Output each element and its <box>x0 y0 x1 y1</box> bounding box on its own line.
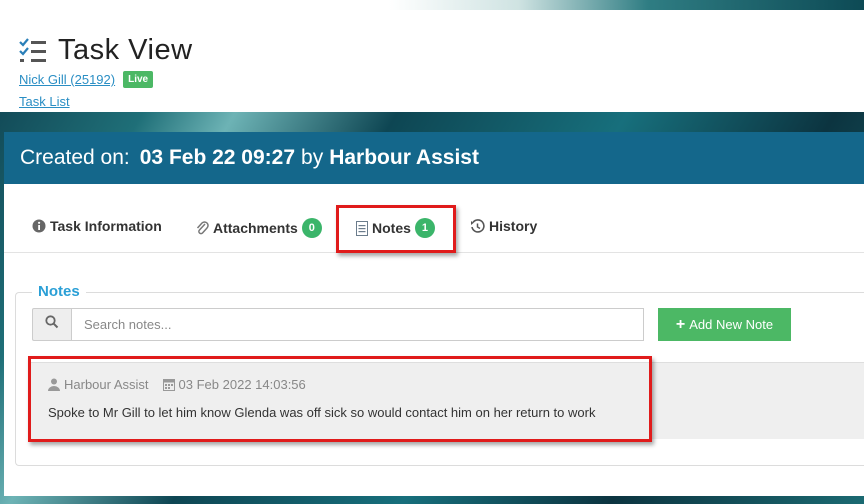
user-row: Nick Gill (25192) Live <box>19 71 154 88</box>
highlight-box-notes-tab <box>336 205 456 253</box>
tab-label: Task Information <box>50 218 162 234</box>
search-icon-addon <box>32 308 71 341</box>
header-background <box>0 0 864 10</box>
title-row: Task View <box>18 34 193 67</box>
created-prefix: Created on: <box>20 146 130 169</box>
search-icon <box>45 315 59 334</box>
paperclip-icon <box>195 220 209 236</box>
page-title: Task View <box>58 34 193 66</box>
created-bar: Created on: 03 Feb 22 09:27 by Harbour A… <box>4 132 864 184</box>
status-badge: Live <box>123 71 154 88</box>
tab-history[interactable]: History <box>470 218 537 234</box>
tab-label: History <box>489 218 538 234</box>
created-datetime: 03 Feb 22 09:27 <box>139 146 296 169</box>
checklist-icon <box>18 36 48 66</box>
notes-search-group <box>32 308 644 341</box>
notes-legend: Notes <box>32 283 86 300</box>
history-icon <box>470 218 485 234</box>
tab-label: Attachments <box>213 220 298 236</box>
created-author: Harbour Assist <box>329 146 479 169</box>
search-notes-input[interactable] <box>71 308 644 341</box>
tab-bar: Task Information Attachments 0 Notes 1 H… <box>4 204 864 253</box>
task-panel: Created on: 03 Feb 22 09:27 by Harbour A… <box>4 132 864 496</box>
tab-attachments[interactable]: Attachments 0 <box>195 218 322 238</box>
info-icon <box>32 219 46 233</box>
add-new-note-label: Add New Note <box>689 317 774 332</box>
page-header: Task View Nick Gill (25192) Live Task Li… <box>0 0 864 112</box>
count-badge: 0 <box>301 218 322 238</box>
add-new-note-button[interactable]: + Add New Note <box>658 308 791 341</box>
task-list-link[interactable]: Task List <box>19 94 70 109</box>
created-by: by <box>301 146 324 169</box>
highlight-box-note <box>28 356 652 442</box>
tab-task-information[interactable]: Task Information <box>32 218 162 234</box>
plus-icon: + <box>675 315 686 333</box>
customer-link[interactable]: Nick Gill (25192) <box>19 72 115 87</box>
